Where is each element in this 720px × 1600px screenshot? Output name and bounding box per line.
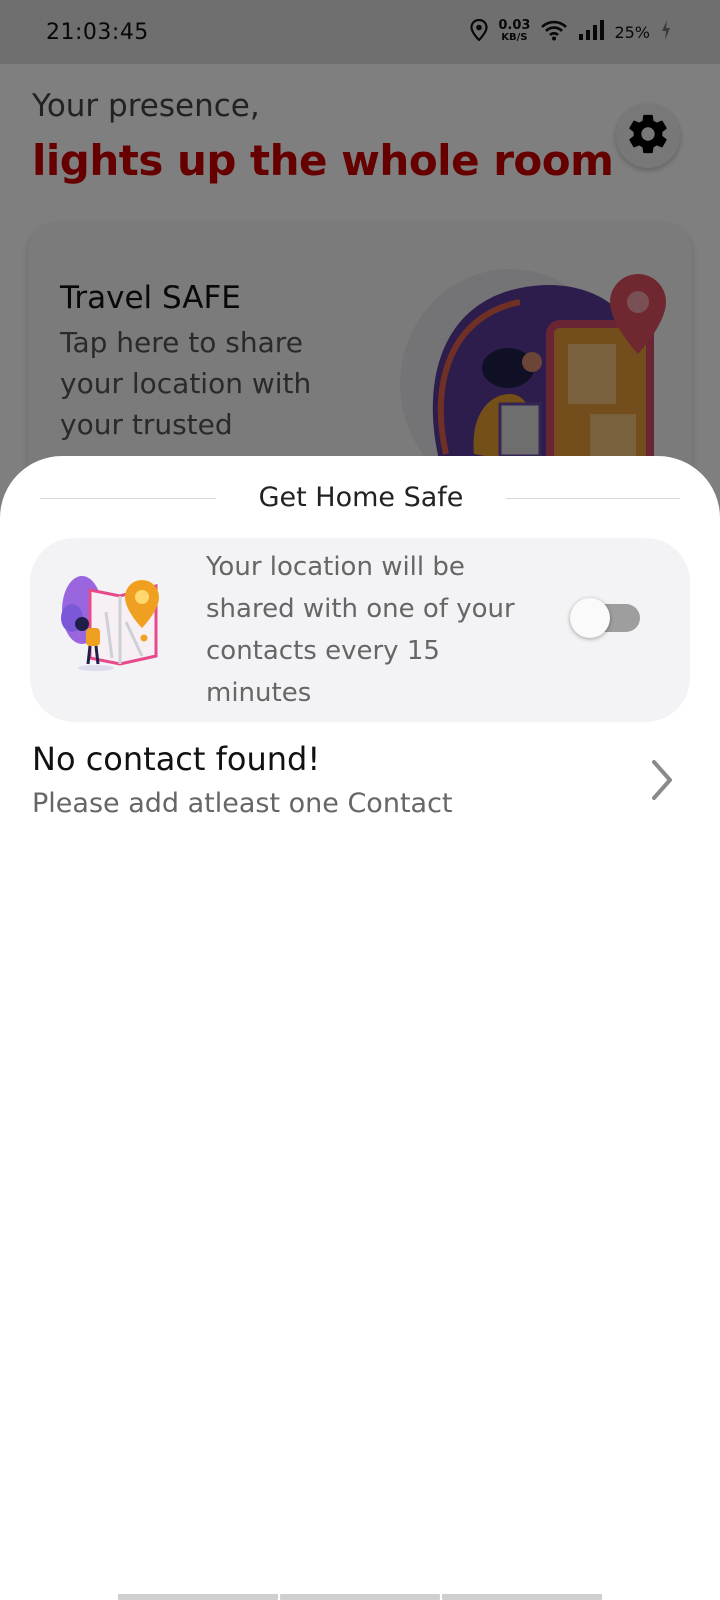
get-home-safe-sheet: Get Home Safe Your location will be shar…	[0, 456, 720, 1600]
status-bar-scrim	[0, 0, 720, 64]
divider-left	[40, 498, 216, 499]
share-location-description: Your location will be shared with one of…	[206, 552, 515, 708]
sheet-title: Get Home Safe	[258, 482, 464, 513]
share-location-card: Your location will be shared with one of…	[30, 538, 690, 722]
navigation-handle[interactable]	[118, 1594, 602, 1600]
share-location-toggle[interactable]	[560, 592, 664, 638]
contact-subtitle: Please add atleast one Contact	[32, 788, 453, 819]
toggle-thumb	[570, 598, 610, 638]
chevron-right-icon	[648, 758, 676, 806]
map-illustration	[60, 572, 170, 676]
nav-handle-segment	[442, 1594, 602, 1600]
contact-title: No contact found!	[32, 740, 321, 778]
add-contact-row[interactable]: No contact found! Please add atleast one…	[0, 740, 720, 840]
nav-handle-segment	[118, 1594, 278, 1600]
nav-handle-segment	[280, 1594, 440, 1600]
divider-right	[506, 498, 680, 499]
sheet-header: Get Home Safe	[40, 478, 680, 518]
